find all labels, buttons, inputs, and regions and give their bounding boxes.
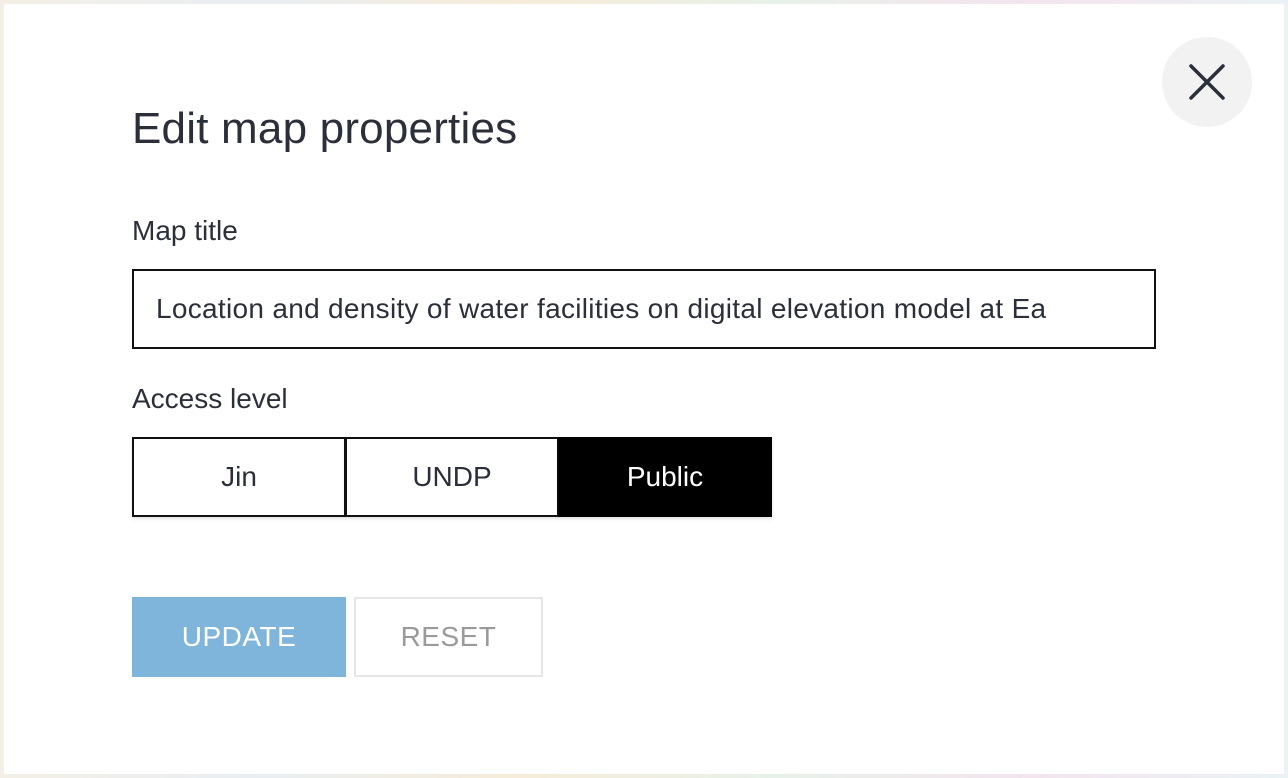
- close-button[interactable]: [1162, 37, 1252, 127]
- update-button[interactable]: UPDATE: [132, 597, 346, 677]
- map-title-label: Map title: [132, 215, 238, 246]
- close-icon: [1189, 64, 1225, 100]
- access-option-jin[interactable]: Jin: [132, 437, 346, 517]
- reset-button[interactable]: RESET: [354, 597, 543, 677]
- access-option-public[interactable]: Public: [558, 437, 772, 517]
- access-level-selector: Jin UNDP Public: [132, 437, 772, 517]
- edit-map-properties-dialog: Edit map properties Map title Access lev…: [4, 4, 1284, 774]
- dialog-actions: UPDATE RESET: [132, 597, 543, 677]
- access-option-undp[interactable]: UNDP: [345, 437, 559, 517]
- map-title-input[interactable]: [132, 269, 1156, 349]
- access-level-label: Access level: [132, 383, 288, 414]
- dialog-title: Edit map properties: [132, 104, 518, 153]
